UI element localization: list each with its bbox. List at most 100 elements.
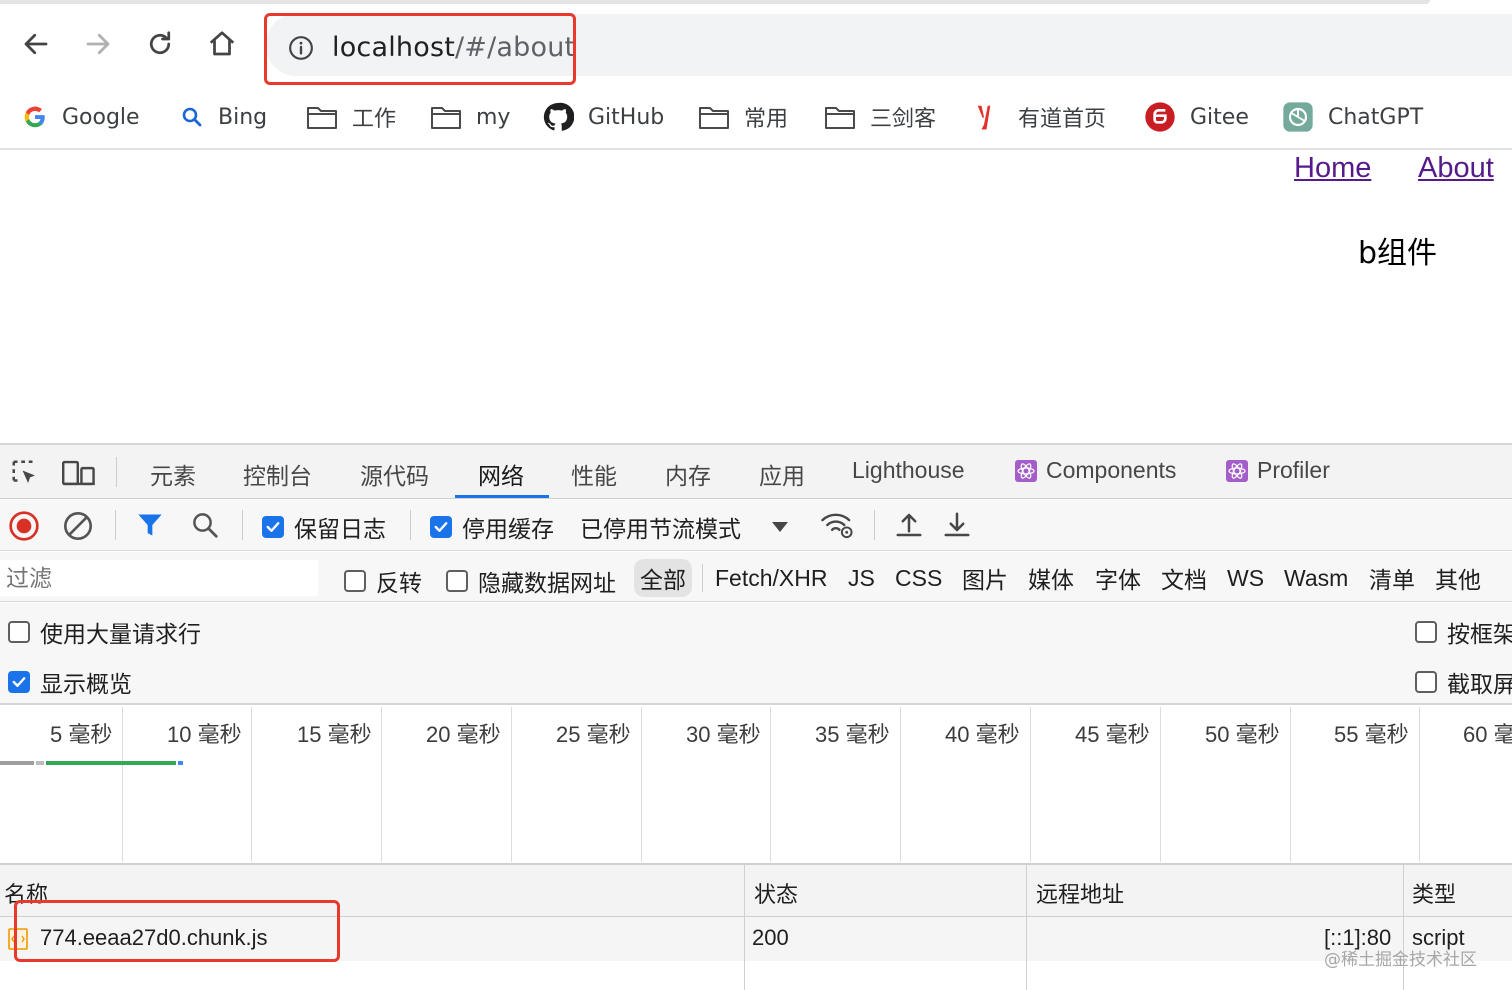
hide-data-urls-checkbox[interactable]: 隐藏数据网址: [446, 564, 616, 598]
type-filter-all[interactable]: 全部: [634, 559, 692, 597]
bookmark-folder-my[interactable]: my: [430, 92, 510, 142]
timeline-tick: 50 毫秒: [1205, 722, 1280, 747]
network-conditions-icon[interactable]: [820, 510, 854, 540]
type-filter-ws[interactable]: WS: [1227, 559, 1264, 597]
checkbox-unchecked[interactable]: [1415, 671, 1437, 693]
tab-application[interactable]: 应用: [759, 457, 805, 491]
bookmark-google[interactable]: Google: [22, 92, 140, 142]
timeline-download-bar: [46, 761, 176, 765]
timeline-gridline: [900, 707, 901, 862]
import-har-icon[interactable]: [894, 509, 924, 541]
throttling-select[interactable]: 已停用节流模式: [580, 510, 789, 544]
checkbox-label: 按框架: [1447, 621, 1512, 647]
toolbar-divider: [115, 510, 116, 540]
active-tab-indicator: [455, 495, 549, 498]
checkbox-unchecked[interactable]: [344, 570, 366, 592]
inspect-element-icon[interactable]: [10, 458, 40, 488]
column-remote-address[interactable]: 远程地址: [1036, 877, 1124, 909]
group-by-frame-checkbox[interactable]: 按框架: [1415, 615, 1512, 649]
checkbox-label: 保留日志: [294, 516, 386, 542]
bookmark-folder-common[interactable]: 常用: [698, 92, 788, 142]
large-rows-checkbox[interactable]: 使用大量请求行: [8, 615, 201, 649]
bookmark-github[interactable]: GitHub: [542, 92, 664, 142]
checkbox-unchecked[interactable]: [1415, 621, 1437, 643]
filter-icon[interactable]: [136, 511, 164, 539]
back-button[interactable]: [16, 22, 56, 66]
checkbox-unchecked[interactable]: [446, 570, 468, 592]
column-status[interactable]: 状态: [754, 877, 798, 909]
react-icon: [1226, 459, 1248, 482]
checkbox-checked[interactable]: [430, 516, 452, 538]
checkbox-label: 反转: [376, 570, 422, 596]
tab-sources[interactable]: 源代码: [360, 457, 429, 491]
column-type[interactable]: 类型: [1412, 877, 1456, 909]
search-icon[interactable]: [190, 510, 220, 540]
timeline-gridline: [251, 707, 252, 862]
timeline-content-bar: [178, 761, 183, 765]
network-overview[interactable]: 5 毫秒 10 毫秒 15 毫秒 20 毫秒 25 毫秒 30 毫秒 35 毫秒…: [0, 707, 1512, 862]
column-divider[interactable]: [1403, 863, 1404, 990]
type-filter-img[interactable]: 图片: [962, 559, 1008, 597]
type-filter-media[interactable]: 媒体: [1028, 559, 1074, 597]
clear-icon[interactable]: [62, 510, 94, 542]
bookmark-youdao[interactable]: 有道首页: [974, 92, 1106, 142]
timeline-tick: 25 毫秒: [556, 722, 631, 747]
filter-input[interactable]: [0, 560, 318, 596]
timeline-tick: 30 毫秒: [686, 722, 761, 747]
device-toolbar-icon[interactable]: [62, 458, 96, 488]
home-button[interactable]: [202, 22, 242, 66]
url-annotation-box: [264, 13, 576, 85]
tab-elements[interactable]: 元素: [150, 457, 196, 491]
type-filter-doc[interactable]: 文档: [1161, 559, 1207, 597]
show-overview-checkbox[interactable]: 显示概览: [8, 665, 132, 699]
timeline-gridline: [641, 707, 642, 862]
reload-button[interactable]: [140, 22, 180, 66]
gitee-icon: [1145, 102, 1175, 132]
column-divider[interactable]: [744, 863, 745, 990]
bookmark-folder-trio[interactable]: 三剑客: [824, 92, 936, 142]
type-filter-js[interactable]: JS: [848, 559, 875, 597]
search-icon: [182, 107, 202, 127]
bookmark-gitee[interactable]: Gitee: [1144, 92, 1249, 142]
bookmark-bing[interactable]: Bing: [180, 92, 267, 142]
tab-memory[interactable]: 内存: [665, 457, 711, 491]
bookmark-folder-work[interactable]: 工作: [306, 92, 396, 142]
capture-screenshots-checkbox[interactable]: 截取屏: [1415, 665, 1512, 699]
checkbox-checked[interactable]: [8, 671, 30, 693]
type-filter-css[interactable]: CSS: [895, 559, 942, 597]
throttling-value: 已停用节流模式: [580, 516, 741, 542]
bookmark-chatgpt[interactable]: ChatGPT: [1282, 92, 1423, 142]
tab-components[interactable]: Components: [1014, 457, 1176, 484]
tab-network[interactable]: 网络: [478, 457, 524, 491]
folder-icon: [431, 107, 461, 129]
type-filter-manifest[interactable]: 清单: [1369, 559, 1415, 597]
nav-link-about[interactable]: About: [1418, 152, 1494, 185]
checkbox-label: 截取屏: [1447, 671, 1512, 697]
bookmark-label: 常用: [744, 107, 789, 132]
record-stop-icon[interactable]: [8, 510, 40, 542]
disable-cache-checkbox[interactable]: 停用缓存: [430, 510, 554, 544]
checkmark-icon: [266, 522, 280, 532]
export-har-icon[interactable]: [942, 509, 972, 541]
tab-console[interactable]: 控制台: [243, 457, 312, 491]
bookmark-label: Gitee: [1190, 104, 1249, 130]
checkbox-unchecked[interactable]: [8, 621, 30, 643]
invert-checkbox[interactable]: 反转: [344, 564, 422, 598]
checkbox-checked[interactable]: [262, 516, 284, 538]
column-divider[interactable]: [1026, 863, 1027, 990]
type-filter-wasm[interactable]: Wasm: [1284, 559, 1348, 597]
tab-performance[interactable]: 性能: [571, 457, 617, 491]
checkbox-label: 停用缓存: [462, 516, 554, 542]
type-filter-font[interactable]: 字体: [1095, 559, 1141, 597]
forward-button[interactable]: [78, 22, 118, 66]
nav-link-home[interactable]: Home: [1294, 152, 1371, 185]
tab-lighthouse[interactable]: Lighthouse: [852, 457, 965, 484]
toolbar-divider: [116, 457, 117, 487]
timeline-gridline: [511, 707, 512, 862]
preserve-log-checkbox[interactable]: 保留日志: [262, 510, 386, 544]
type-filter-other[interactable]: 其他: [1435, 559, 1481, 597]
timeline-gridline: [122, 707, 123, 862]
tab-profiler[interactable]: Profiler: [1225, 457, 1330, 484]
component-text: b组件: [1358, 236, 1438, 271]
type-filter-fetch-xhr[interactable]: Fetch/XHR: [715, 559, 827, 597]
